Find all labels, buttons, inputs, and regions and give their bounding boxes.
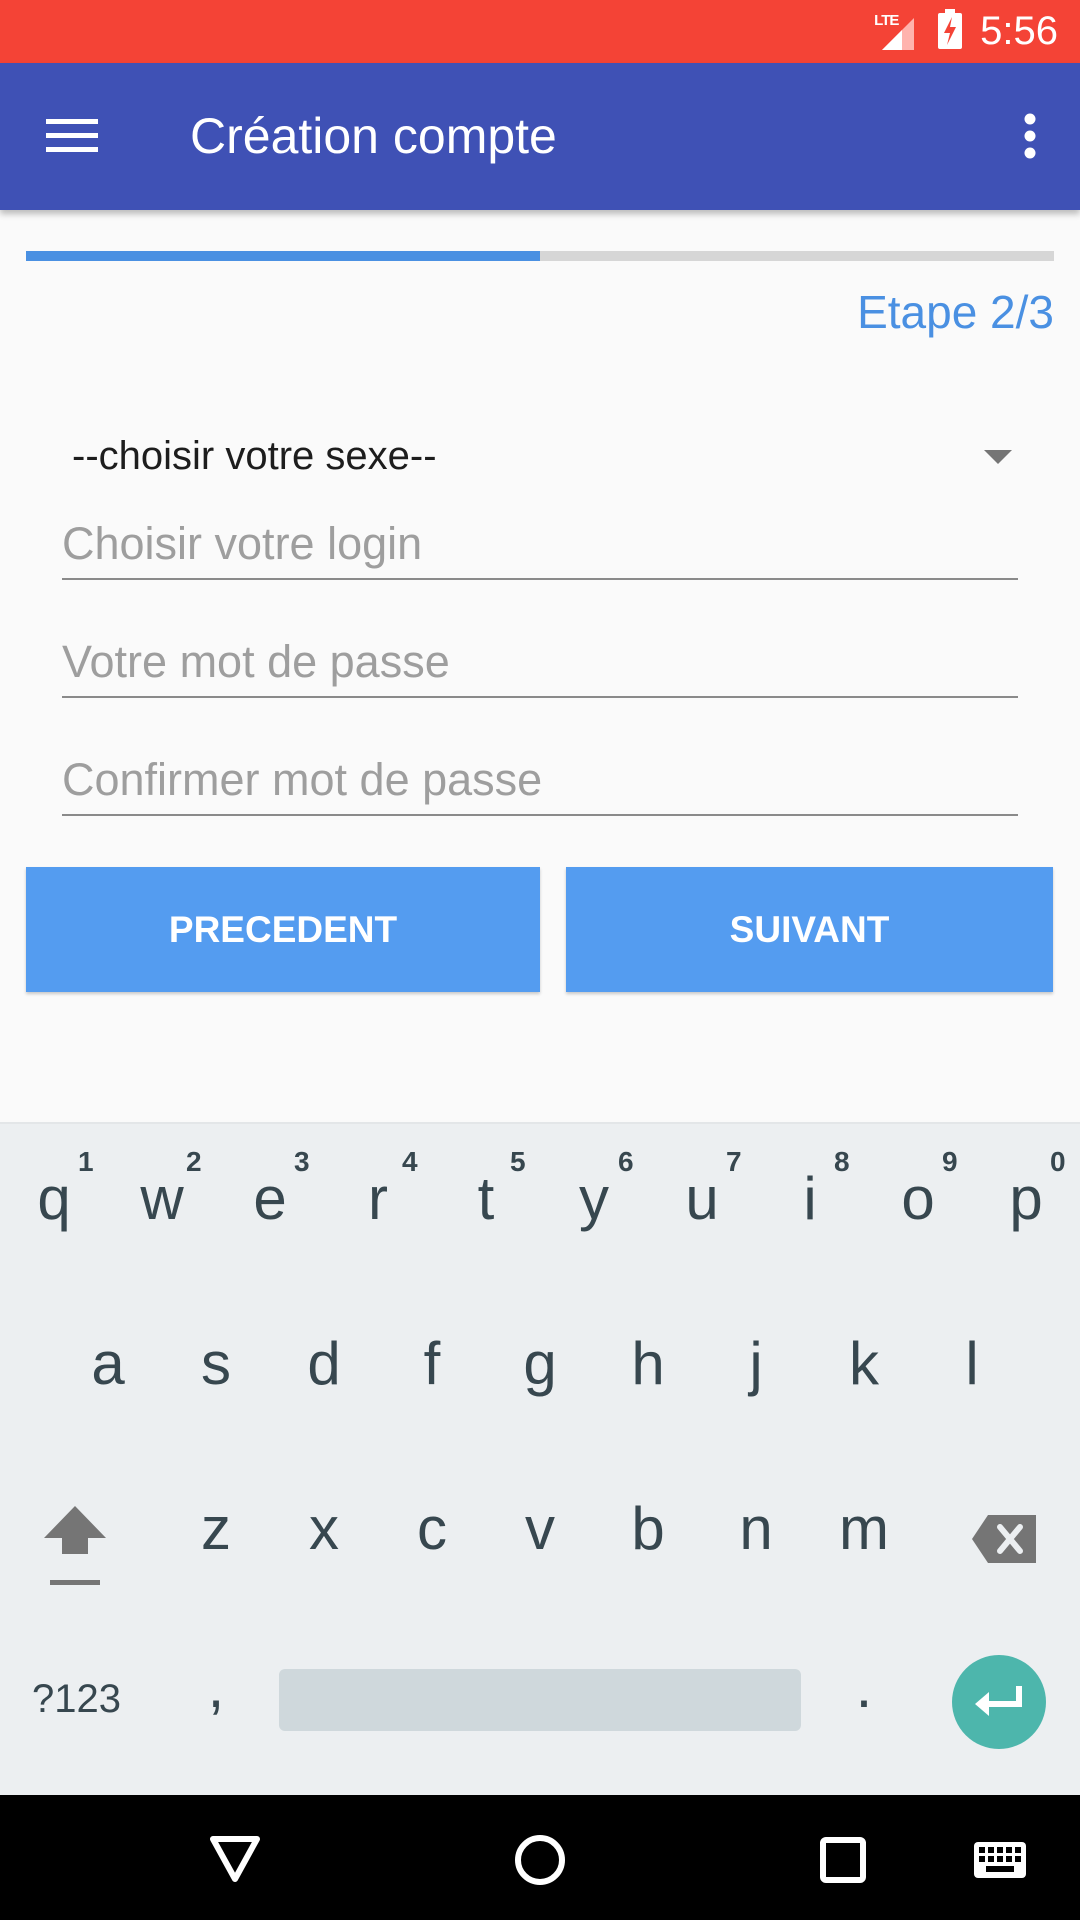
sex-spinner-value: --choisir votre sexe-- [72, 434, 437, 478]
app-bar: Création compte [0, 63, 1080, 210]
step-label: Etape 2/3 [857, 286, 1054, 338]
key-o[interactable]: o [878, 1164, 958, 1233]
key-p[interactable]: p [986, 1164, 1066, 1233]
previous-button[interactable]: PRECEDENT [26, 867, 540, 992]
battery-charging-icon [936, 9, 964, 54]
key-b[interactable]: b [608, 1494, 688, 1563]
status-bar: LTE 5:56 [0, 0, 1080, 63]
signal-icon: LTE [874, 12, 920, 52]
key-y[interactable]: y [554, 1164, 634, 1233]
key-w[interactable]: w [122, 1164, 202, 1233]
key-z[interactable]: z [176, 1494, 256, 1563]
enter-key[interactable] [952, 1655, 1046, 1749]
soft-keyboard: 1 2 3 4 5 6 7 8 9 0 q w e r t y u i o p … [0, 1122, 1080, 1797]
back-button[interactable] [200, 1825, 270, 1895]
recents-square-icon [820, 1837, 866, 1883]
key-x[interactable]: x [284, 1494, 364, 1563]
confirm-password-input[interactable] [62, 754, 1018, 806]
key-t[interactable]: t [446, 1164, 526, 1233]
key-u[interactable]: u [662, 1164, 742, 1233]
next-button[interactable]: SUIVANT [566, 867, 1053, 992]
shift-icon [44, 1506, 106, 1585]
key-a[interactable]: a [68, 1329, 148, 1398]
key-q[interactable]: q [14, 1164, 94, 1233]
step-progress-fill [26, 251, 540, 261]
step-progress-bar [26, 251, 1054, 261]
key-j[interactable]: j [716, 1329, 796, 1398]
key-e[interactable]: e [230, 1164, 310, 1233]
key-s[interactable]: s [176, 1329, 256, 1398]
confirm-password-field[interactable] [62, 744, 1018, 816]
login-field[interactable] [62, 508, 1018, 580]
spacebar-key[interactable] [279, 1669, 801, 1731]
navigation-bar [0, 1795, 1080, 1920]
password-input[interactable] [62, 636, 1018, 688]
menu-button[interactable] [32, 101, 112, 171]
period-key[interactable]: . [824, 1652, 904, 1721]
login-input[interactable] [62, 518, 1018, 570]
backspace-key[interactable] [970, 1509, 1040, 1569]
dropdown-arrow-icon [984, 450, 1012, 464]
hamburger-menu-icon [46, 119, 98, 152]
home-button[interactable] [505, 1825, 575, 1895]
back-triangle-icon [210, 1836, 260, 1882]
keyboard-icon [974, 1842, 1026, 1878]
home-circle-icon [515, 1835, 565, 1885]
key-m[interactable]: m [824, 1494, 904, 1563]
symbols-key[interactable]: ?123 [32, 1677, 121, 1722]
key-h[interactable]: h [608, 1329, 688, 1398]
key-g[interactable]: g [500, 1329, 580, 1398]
backspace-icon [972, 1515, 1036, 1563]
keyboard-switch-button[interactable] [970, 1830, 1030, 1890]
key-n[interactable]: n [716, 1494, 796, 1563]
status-icons: LTE 5:56 [874, 0, 1058, 63]
key-v[interactable]: v [500, 1494, 580, 1563]
overflow-menu-button[interactable] [1000, 101, 1060, 171]
shift-key[interactable] [30, 1494, 120, 1604]
key-i[interactable]: i [770, 1164, 850, 1233]
key-r[interactable]: r [338, 1164, 418, 1233]
enter-icon [975, 1686, 1022, 1716]
key-c[interactable]: c [392, 1494, 472, 1563]
page-title: Création compte [190, 108, 557, 164]
password-field[interactable] [62, 626, 1018, 698]
key-l[interactable]: l [932, 1329, 1012, 1398]
recents-button[interactable] [808, 1825, 878, 1895]
key-k[interactable]: k [824, 1329, 904, 1398]
key-d[interactable]: d [284, 1329, 364, 1398]
more-vert-icon [1024, 113, 1036, 159]
key-f[interactable]: f [392, 1329, 472, 1398]
sex-spinner[interactable]: --choisir votre sexe-- [62, 430, 1022, 490]
clock: 5:56 [980, 9, 1058, 53]
comma-key[interactable]: , [176, 1652, 256, 1721]
